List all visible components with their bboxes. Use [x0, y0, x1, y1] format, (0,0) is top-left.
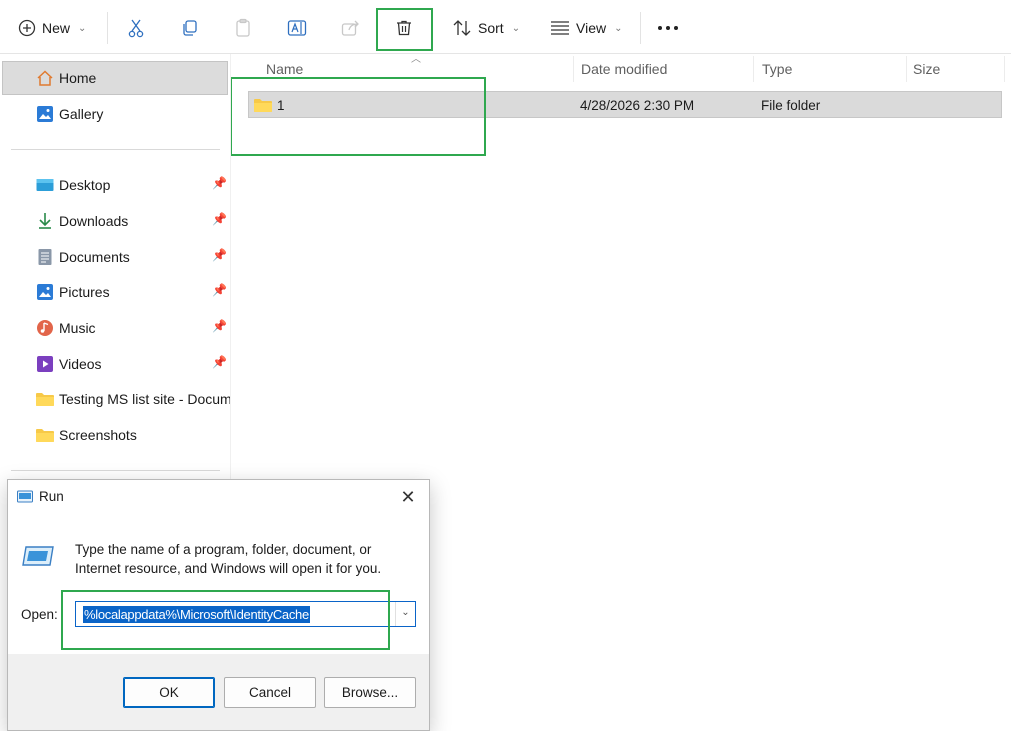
rename-icon — [287, 20, 307, 36]
file-row-highlight — [230, 77, 486, 156]
nav-item-label: Downloads — [59, 213, 129, 229]
column-divider[interactable] — [906, 56, 907, 82]
paste-button[interactable] — [234, 12, 252, 44]
new-label: New — [42, 20, 71, 36]
open-label: Open: — [21, 607, 58, 622]
nav-item-label: Testing MS list site - Docume — [59, 391, 230, 407]
nav-item-label: Documents — [59, 249, 130, 265]
music-icon — [37, 320, 53, 336]
home-icon — [37, 70, 53, 86]
copy-icon — [183, 20, 197, 36]
column-header-name[interactable]: Name — [266, 61, 303, 77]
run-dialog-titlebar[interactable]: Run ✕ — [8, 480, 429, 514]
column-header-type[interactable]: Type — [762, 61, 792, 77]
toolbar-divider — [107, 12, 108, 44]
pin-icon[interactable]: 📌 — [212, 355, 227, 369]
more-options-button[interactable] — [657, 12, 679, 44]
gallery-icon — [37, 106, 53, 122]
nav-item-label: Home — [59, 70, 97, 86]
cut-button[interactable] — [127, 12, 145, 44]
pin-icon[interactable]: 📌 — [212, 319, 227, 333]
share-button[interactable] — [341, 12, 361, 44]
chevron-down-icon[interactable]: ⌄ — [395, 602, 415, 626]
nav-item-home[interactable]: Home — [0, 63, 228, 93]
nav-item-music[interactable]: Music 📌 — [0, 313, 228, 343]
folder-icon — [36, 393, 54, 406]
sort-arrows-icon — [453, 20, 471, 36]
column-header-date-modified[interactable]: Date modified — [581, 61, 667, 77]
run-program-icon — [22, 546, 54, 566]
chevron-down-icon: ⌄ — [78, 22, 87, 34]
folder-icon — [36, 429, 54, 442]
nav-item-label: Videos — [59, 356, 102, 372]
column-divider[interactable] — [1004, 56, 1005, 82]
toolbar-divider — [640, 12, 641, 44]
run-dialog-description: Type the name of a program, folder, docu… — [75, 542, 382, 576]
new-button[interactable]: New ⌄ — [18, 12, 86, 44]
run-dialog-title: Run — [39, 489, 64, 504]
desktop-icon — [36, 179, 54, 191]
document-icon — [38, 249, 52, 265]
plus-circle-icon — [18, 19, 36, 37]
nav-divider — [11, 149, 220, 150]
column-divider[interactable] — [573, 56, 574, 82]
more-ellipsis-icon — [658, 26, 678, 30]
pictures-icon — [37, 284, 53, 300]
file-type: File folder — [761, 98, 821, 113]
nav-item-pictures[interactable]: Pictures 📌 — [0, 277, 228, 307]
nav-item-label: Gallery — [59, 106, 104, 122]
rename-button[interactable] — [287, 12, 307, 44]
nav-item-label: Screenshots — [59, 427, 137, 443]
view-label: View — [576, 20, 607, 36]
chevron-down-icon: ⌄ — [614, 22, 623, 34]
open-input-highlight — [61, 590, 390, 650]
column-divider[interactable] — [753, 56, 754, 82]
command-bar: New ⌄ Sort ⌄ View ⌄ — [0, 0, 1011, 54]
pin-icon[interactable]: 📌 — [212, 248, 227, 262]
nav-item-label: Desktop — [59, 177, 111, 193]
pin-icon[interactable]: 📌 — [212, 176, 227, 190]
pin-icon[interactable]: 📌 — [212, 283, 227, 297]
close-icon[interactable]: ✕ — [397, 486, 419, 508]
scissors-icon — [128, 19, 144, 38]
nav-item-screenshots[interactable]: Screenshots — [0, 420, 228, 450]
browse-button[interactable]: Browse... — [324, 677, 416, 708]
nav-item-label: Music — [59, 320, 96, 336]
nav-item-videos[interactable]: Videos 📌 — [0, 349, 228, 379]
pin-icon[interactable]: 📌 — [212, 212, 227, 226]
video-icon — [37, 356, 53, 372]
nav-item-testing-ms-list-site[interactable]: Testing MS list site - Docume — [0, 384, 230, 414]
paste-icon — [236, 18, 250, 37]
delete-button-highlight — [376, 8, 433, 51]
nav-divider — [11, 470, 220, 471]
file-date-modified: 4/28/2026 2:30 PM — [580, 98, 695, 113]
download-arrow-icon — [39, 213, 51, 229]
view-list-icon — [551, 21, 569, 35]
share-icon — [341, 20, 359, 36]
sort-button[interactable]: Sort ⌄ — [452, 12, 520, 44]
sort-label: Sort — [478, 20, 504, 36]
nav-item-gallery[interactable]: Gallery — [0, 99, 228, 129]
copy-button[interactable] — [180, 12, 198, 44]
cancel-button[interactable]: Cancel — [224, 677, 316, 708]
nav-item-label: Pictures — [59, 284, 110, 300]
run-app-icon — [17, 490, 33, 503]
nav-item-documents[interactable]: Documents 📌 — [0, 242, 228, 272]
nav-item-desktop[interactable]: Desktop 📌 — [0, 170, 228, 200]
view-button[interactable]: View ⌄ — [550, 12, 622, 44]
column-header-size[interactable]: Size — [913, 61, 940, 77]
nav-item-downloads[interactable]: Downloads 📌 — [0, 206, 228, 236]
chevron-down-icon: ⌄ — [511, 22, 521, 34]
ok-button[interactable]: OK — [123, 677, 215, 708]
